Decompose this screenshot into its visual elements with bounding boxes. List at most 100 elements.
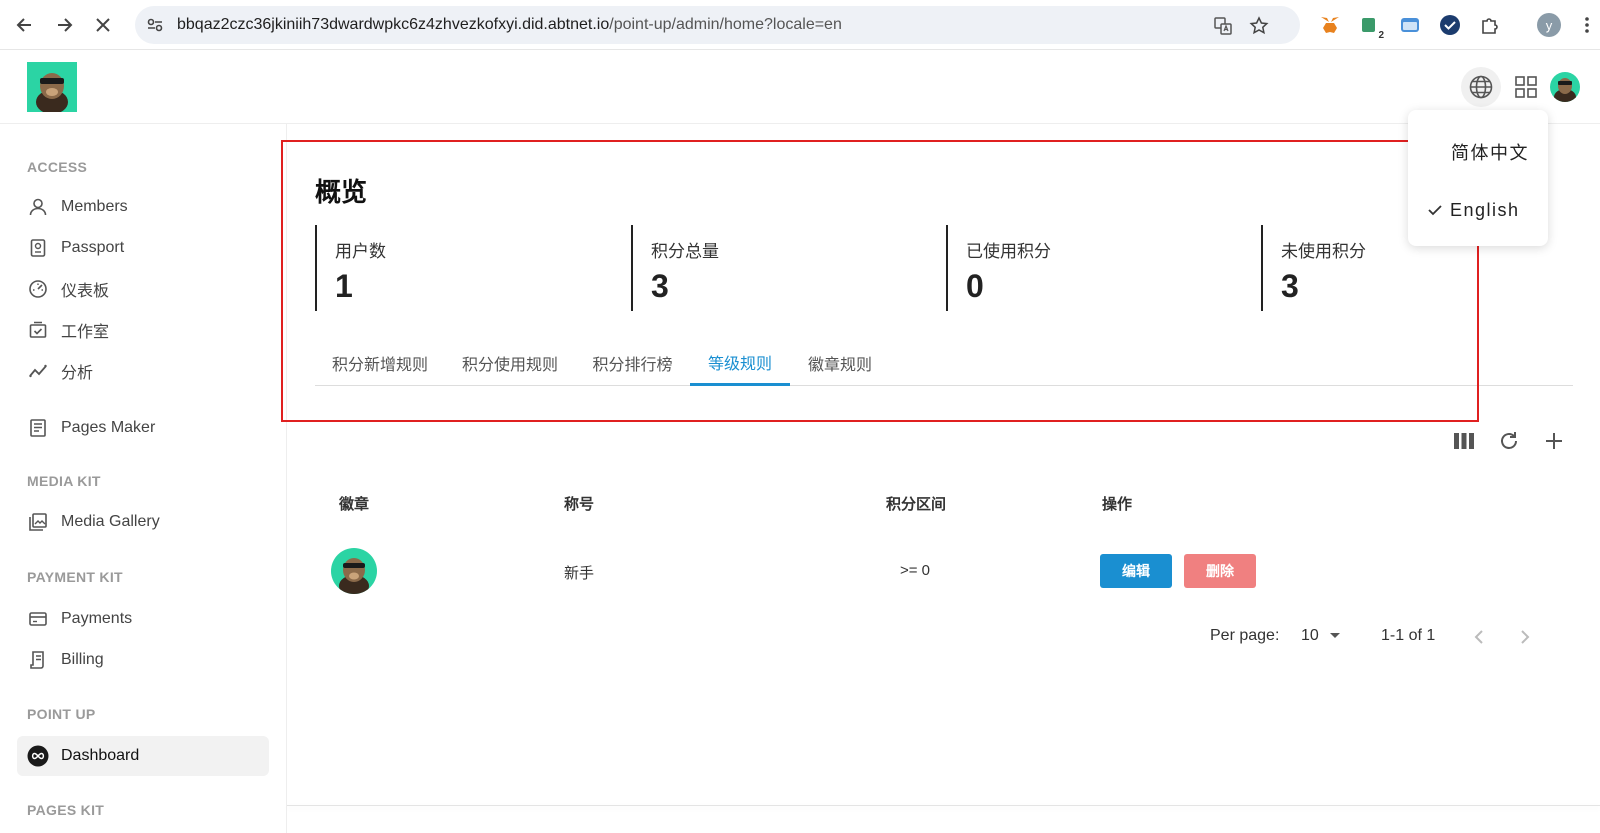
sidebar-item-dashboard[interactable]: Dashboard — [17, 736, 269, 776]
stat-label: 积分总量 — [651, 242, 719, 261]
delete-button[interactable]: 删除 — [1184, 554, 1256, 588]
column-header-badge: 徽章 — [339, 496, 370, 513]
language-menu: 简体中文 English — [1408, 110, 1548, 246]
pagination-range: 1-1 of 1 — [1381, 627, 1436, 644]
stat-users: 用户数 1 — [315, 225, 615, 311]
app-logo[interactable] — [27, 62, 77, 112]
footer-divider — [287, 805, 1600, 806]
address-bar[interactable]: bbqaz2czc36jkiniih73dwardwpkc6z4zhvezkof… — [135, 6, 1300, 44]
stat-value: 1 — [335, 268, 353, 304]
sidebar-item-members[interactable]: Members — [17, 187, 269, 227]
stat-value: 0 — [966, 268, 984, 304]
language-option-en[interactable]: English — [1408, 188, 1548, 232]
browser-menu-icon[interactable] — [1580, 13, 1594, 37]
infinity-icon — [27, 745, 49, 767]
extension-badge-count: 2 — [1378, 30, 1384, 41]
check-extension-icon[interactable] — [1438, 13, 1462, 37]
stat-value: 3 — [651, 268, 669, 304]
profile-initial: y — [1545, 17, 1553, 33]
sidebar-item-label: Dashboard — [61, 747, 140, 764]
url-text: bbqaz2czc36jkiniih73dwardwpkc6z4zhvezkof… — [177, 16, 842, 34]
billing-icon — [27, 649, 49, 671]
sidebar-item-label: 工作室 — [61, 324, 110, 341]
refresh-icon[interactable] — [1496, 428, 1522, 454]
url-path: /point-up/admin/home?locale=en — [609, 16, 842, 33]
level-title: 新手 — [564, 565, 595, 582]
sidebar-item-media-gallery[interactable]: Media Gallery — [17, 502, 269, 542]
language-option-label: English — [1450, 199, 1520, 220]
check-icon — [1428, 205, 1442, 216]
sidebar-item-analytics[interactable]: 分析 — [17, 351, 269, 391]
app-header — [0, 50, 1600, 124]
column-header-points-range: 积分区间 — [886, 496, 947, 513]
sidebar-item-label: 仪表板 — [61, 283, 110, 300]
extensions-puzzle-icon[interactable] — [1478, 13, 1502, 37]
site-settings-icon[interactable] — [145, 15, 165, 35]
stat-value: 3 — [1281, 268, 1299, 304]
language-option-zh[interactable]: 简体中文 — [1408, 130, 1548, 174]
analytics-icon — [27, 360, 49, 382]
user-avatar[interactable] — [1550, 72, 1580, 102]
tab-points-leaderboard[interactable]: 积分排行榜 — [575, 340, 690, 386]
apps-grid-icon[interactable] — [1506, 67, 1546, 107]
level-points-range: >= 0 — [900, 562, 931, 579]
per-page-label: Per page: — [1210, 627, 1280, 644]
metamask-icon[interactable] — [1318, 13, 1342, 37]
bookmark-star-icon[interactable] — [1248, 15, 1270, 37]
stat-used-points: 已使用积分 0 — [946, 225, 1246, 311]
card-icon — [27, 608, 49, 630]
per-page-value: 10 — [1301, 627, 1319, 644]
stat-label: 已使用积分 — [966, 242, 1051, 261]
gallery-icon — [27, 511, 49, 533]
badge-avatar — [331, 548, 377, 594]
page-title: 概览 — [315, 177, 368, 207]
sidebar-item-dashboard-zh[interactable]: 仪表板 — [17, 269, 269, 309]
extension-badge-icon[interactable]: 2 — [1358, 13, 1384, 41]
sidebar-item-payments[interactable]: Payments — [17, 599, 269, 639]
edit-button[interactable]: 编辑 — [1100, 554, 1172, 588]
section-title-media-kit: MEDIA KIT — [27, 473, 101, 489]
sidebar-item-label: 分析 — [61, 365, 94, 382]
language-globe-icon[interactable] — [1461, 67, 1501, 107]
sidebar-item-billing[interactable]: Billing — [17, 640, 269, 680]
sidebar-item-passport[interactable]: Passport — [17, 228, 269, 268]
stop-icon[interactable] — [88, 10, 118, 40]
tab-bar: 积分新增规则 积分使用规则 积分排行榜 等级规则 徽章规则 — [315, 340, 1573, 386]
studio-icon — [27, 319, 49, 341]
url-host: bbqaz2czc36jkiniih73dwardwpkc6z4zhvezkof… — [177, 16, 610, 33]
tab-level-rules[interactable]: 等级规则 — [690, 340, 790, 386]
section-title-access: ACCESS — [27, 159, 88, 175]
sidebar-item-label: Media Gallery — [61, 513, 160, 530]
column-header-title: 称号 — [564, 496, 595, 513]
forward-icon[interactable] — [49, 10, 79, 40]
column-header-actions: 操作 — [1102, 496, 1133, 513]
section-title-pages-kit: PAGES KIT — [27, 802, 105, 818]
browser-toolbar: bbqaz2czc36jkiniih73dwardwpkc6z4zhvezkof… — [0, 0, 1600, 50]
profile-avatar[interactable]: y — [1537, 13, 1561, 37]
sidebar-item-studio[interactable]: 工作室 — [17, 310, 269, 350]
chevron-right-icon[interactable] — [1512, 624, 1538, 650]
per-page-select[interactable]: 10 — [1301, 627, 1341, 645]
passport-icon — [27, 237, 49, 259]
add-icon[interactable] — [1541, 428, 1567, 454]
tab-points-use-rules[interactable]: 积分使用规则 — [445, 340, 575, 386]
columns-icon[interactable] — [1451, 428, 1477, 454]
section-title-payment-kit: PAYMENT KIT — [27, 569, 123, 585]
sidebar-item-label: Members — [61, 198, 128, 215]
stat-total-points: 积分总量 3 — [631, 225, 931, 311]
section-title-point-up: POINT UP — [27, 706, 96, 722]
user-icon — [27, 196, 49, 218]
sidebar-item-label: Payments — [61, 610, 133, 627]
pages-icon — [27, 417, 49, 439]
back-icon[interactable] — [10, 10, 40, 40]
window-extension-icon[interactable] — [1398, 13, 1422, 37]
sidebar-item-label: Passport — [61, 239, 125, 256]
gauge-icon — [27, 278, 49, 300]
chevron-left-icon[interactable] — [1466, 624, 1492, 650]
stat-label: 用户数 — [335, 242, 386, 261]
caret-down-icon — [1329, 633, 1340, 638]
sidebar-item-pages-maker[interactable]: Pages Maker — [17, 408, 269, 448]
tab-badge-rules[interactable]: 徽章规则 — [790, 340, 890, 386]
tab-points-add-rules[interactable]: 积分新增规则 — [315, 340, 445, 386]
translate-icon[interactable] — [1212, 15, 1234, 37]
